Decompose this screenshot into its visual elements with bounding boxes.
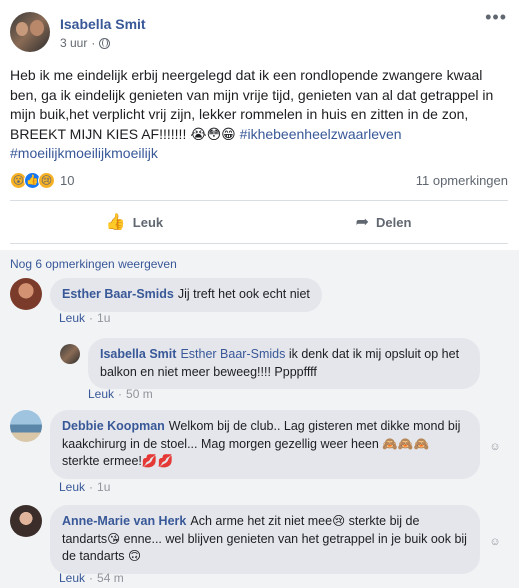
post-time[interactable]: 3 uur bbox=[60, 36, 87, 50]
hashtag-link[interactable]: #moeilijkmoeilijkmoeilijk bbox=[10, 145, 158, 161]
divider bbox=[10, 200, 508, 201]
thumbs-up-icon: 👍 bbox=[105, 214, 126, 231]
comment-like-link[interactable]: Leuk bbox=[88, 387, 114, 401]
post-meta: 3 uur · bbox=[60, 36, 146, 50]
comments-section: Nog 6 opmerkingen weergeven Esther Baar-… bbox=[0, 250, 519, 588]
comment-count[interactable]: 11 opmerkingen bbox=[416, 173, 508, 188]
author-name[interactable]: Isabella Smit bbox=[60, 15, 146, 33]
view-more-comments-link[interactable]: Nog 6 opmerkingen weergeven bbox=[10, 257, 177, 271]
comment-bubble: Anne-Marie van Herk Ach arme het zit niet… bbox=[50, 505, 480, 574]
comment-bubble: Esther Baar-Smids Jij treft het ook echt … bbox=[50, 278, 322, 312]
comment-actions: Leuk · 1u bbox=[59, 480, 110, 494]
react-smiley-icon[interactable]: ☺ bbox=[488, 440, 502, 454]
comment-text: Jij treft het ook echt niet bbox=[177, 287, 310, 301]
separator: · bbox=[89, 311, 94, 325]
share-button-label: Delen bbox=[376, 214, 412, 230]
commenter-name[interactable]: Anne-Marie van Herk bbox=[62, 514, 186, 528]
avatar[interactable] bbox=[10, 505, 42, 537]
comment-time[interactable]: 54 m bbox=[97, 571, 124, 585]
comment-time[interactable]: 1u bbox=[97, 311, 110, 325]
separator: · bbox=[118, 387, 123, 401]
like-button-label: Leuk bbox=[132, 214, 164, 230]
commenter-name[interactable]: Esther Baar-Smids bbox=[62, 287, 174, 301]
meta-separator: · bbox=[91, 36, 96, 50]
header-text: Isabella Smit 3 uur · bbox=[60, 12, 146, 50]
reply-comment: Isabella Smit Esther Baar-Smids ik denk d… bbox=[60, 338, 480, 389]
avatar[interactable] bbox=[60, 344, 80, 364]
comment-time[interactable]: 50 m bbox=[126, 387, 153, 401]
share-arrow-icon: ➦ bbox=[355, 214, 369, 231]
reaction-icons[interactable]: 😮 👍 😢 10 bbox=[10, 172, 74, 189]
reaction-count[interactable]: 10 bbox=[60, 173, 74, 188]
separator: · bbox=[89, 571, 94, 585]
reactions-summary: 😮 👍 😢 10 11 opmerkingen bbox=[10, 172, 508, 189]
comment-bubble: Isabella Smit Esther Baar-Smids ik denk d… bbox=[88, 338, 480, 389]
globe-icon[interactable] bbox=[99, 37, 111, 49]
divider bbox=[10, 243, 508, 244]
comment-like-link[interactable]: Leuk bbox=[59, 571, 85, 585]
comment-time[interactable]: 1u bbox=[97, 480, 110, 494]
mention-link[interactable]: Esther Baar-Smids bbox=[180, 347, 285, 361]
more-options-icon[interactable]: ••• bbox=[485, 8, 507, 26]
comment: Debbie Koopman Welkom bij de club.. Lag g… bbox=[10, 410, 480, 479]
post-text: Heb ik me eindelijk erbij neergelegd dat… bbox=[10, 66, 508, 164]
post-header: Isabella Smit 3 uur · bbox=[10, 12, 146, 52]
comment-like-link[interactable]: Leuk bbox=[59, 480, 85, 494]
comment-actions: Leuk · 50 m bbox=[88, 387, 153, 401]
avatar[interactable] bbox=[10, 278, 42, 310]
comment-bubble: Debbie Koopman Welkom bij de club.. Lag g… bbox=[50, 410, 480, 479]
avatar[interactable] bbox=[10, 410, 42, 442]
comment-like-link[interactable]: Leuk bbox=[59, 311, 85, 325]
commenter-name[interactable]: Debbie Koopman bbox=[62, 419, 165, 433]
commenter-name[interactable]: Isabella Smit bbox=[100, 347, 176, 361]
comment: Esther Baar-Smids Jij treft het ook echt … bbox=[10, 278, 322, 312]
comment-actions: Leuk · 54 m bbox=[59, 571, 124, 585]
react-smiley-icon[interactable]: ☺ bbox=[488, 535, 502, 549]
separator: · bbox=[89, 480, 94, 494]
like-button[interactable]: 👍 Leuk bbox=[10, 205, 259, 239]
post-actions: 👍 Leuk ➦ Delen bbox=[10, 205, 508, 239]
author-avatar[interactable] bbox=[10, 12, 50, 52]
sad-reaction-icon: 😢 bbox=[38, 172, 55, 189]
comment-actions: Leuk · 1u bbox=[59, 311, 110, 325]
share-button[interactable]: ➦ Delen bbox=[259, 205, 508, 239]
hashtag-link[interactable]: #ikhebeenheelzwaarleven bbox=[240, 126, 402, 142]
comment: Anne-Marie van Herk Ach arme het zit niet… bbox=[10, 505, 480, 574]
